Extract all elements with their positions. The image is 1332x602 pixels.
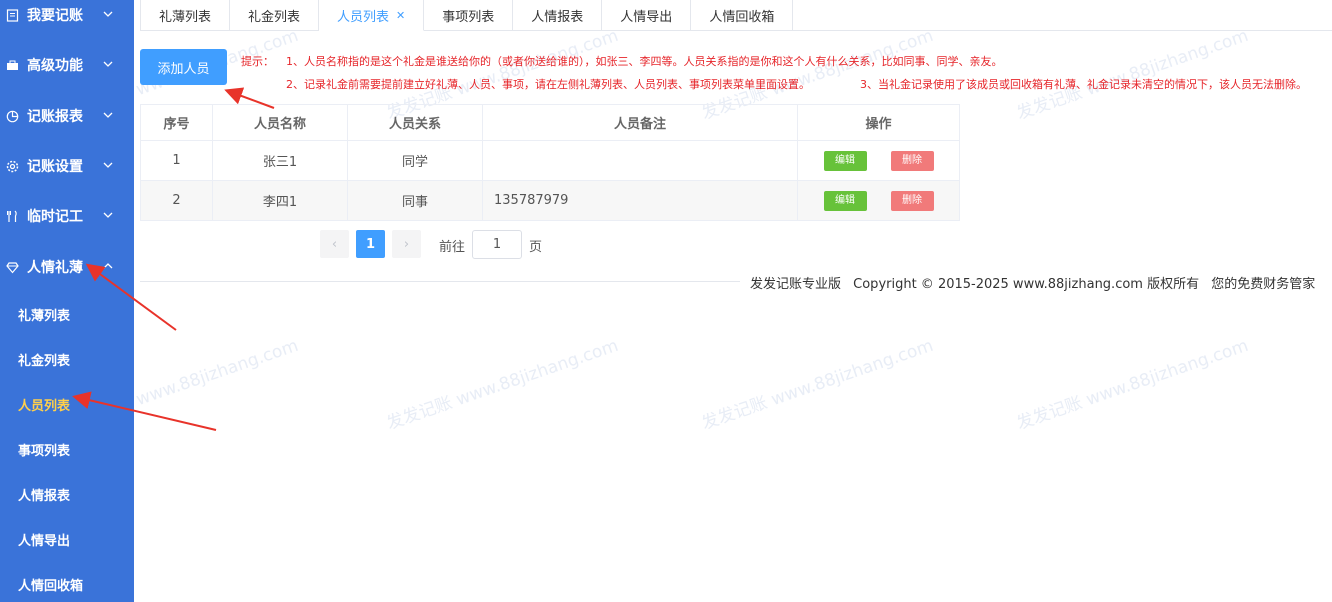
watermark: 发发记账 www.88jizhang.com xyxy=(1014,25,1251,124)
sidebar-item-gift-export[interactable]: 人情导出 xyxy=(0,519,134,559)
cell-actions: 编辑 删除 xyxy=(797,140,960,181)
tip-line-3: 3、当礼金记录使用了该成员或回收箱有礼薄、礼金记录未清空的情况下，该人员无法删除… xyxy=(860,78,1307,91)
table-row: 2 李四1 同事 135787979 编辑 删除 xyxy=(140,180,960,221)
edit-button[interactable]: 编辑 xyxy=(823,150,867,171)
tab-event-list[interactable]: 事项列表 xyxy=(424,0,514,31)
gear-icon xyxy=(5,159,19,173)
tab-label: 礼金列表 xyxy=(248,9,301,25)
menu-item-settings[interactable]: 记账设置 xyxy=(0,146,134,186)
sidebar-item-gift-book-list[interactable]: 礼薄列表 xyxy=(0,294,134,334)
menu-item-label: 高级功能 xyxy=(27,58,83,74)
sidebar-item-label: 礼金列表 xyxy=(18,353,71,369)
sidebar-item-label: 事项列表 xyxy=(18,443,71,459)
footer-copyright: Copyright © 2015-2025 www.88jizhang.com … xyxy=(853,277,1200,292)
menu-item-reports[interactable]: 记账报表 xyxy=(0,96,134,136)
tab-gift-money-list[interactable]: 礼金列表 xyxy=(230,0,320,31)
ledger-icon xyxy=(5,8,19,22)
cell-no: 2 xyxy=(140,180,213,221)
watermark: 发发记账 www.88jizhang.com xyxy=(699,335,936,434)
menu-item-label: 临时记工 xyxy=(27,209,83,225)
menu-item-label: 我要记账 xyxy=(27,8,83,24)
next-page-button[interactable]: › xyxy=(392,230,421,258)
tip-line-2: 2、记录礼金前需要提前建立好礼薄、人员、事项，请在左侧礼薄列表、人员列表、事项列… xyxy=(286,78,810,91)
prev-page-button[interactable]: ‹ xyxy=(320,230,349,258)
cell-relation: 同事 xyxy=(347,180,483,221)
add-person-button[interactable]: 添加人员 xyxy=(140,49,227,85)
menu-item-bookkeeping[interactable]: 我要记账 xyxy=(0,0,134,35)
menu-item-gift-book[interactable]: 人情礼薄 xyxy=(0,247,134,287)
close-icon[interactable]: ✕ xyxy=(396,9,405,22)
column-header: 操作 xyxy=(797,104,960,141)
tab-person-list[interactable]: 人员列表 ✕ xyxy=(319,0,425,31)
menu-item-temp-work[interactable]: 临时记工 xyxy=(0,196,134,236)
gem-icon xyxy=(5,260,19,274)
tab-gift-export[interactable]: 人情导出 xyxy=(602,0,692,31)
tip-line-1: 1、人员名称指的是这个礼金是谁送给你的（或者你送给谁的），如张三、李四等。人员关… xyxy=(286,55,1003,68)
chevron-up-icon xyxy=(102,260,116,274)
briefcase-icon xyxy=(5,58,19,72)
chevron-down-icon xyxy=(102,109,116,123)
footer: 发发记账专业版 Copyright © 2015-2025 www.88jizh… xyxy=(740,273,1332,292)
sidebar-item-label: 人情回收箱 xyxy=(18,578,84,594)
tab-label: 人情回收箱 xyxy=(709,9,775,25)
cell-name: 张三1 xyxy=(212,140,348,181)
column-header: 人员关系 xyxy=(347,104,483,141)
delete-button[interactable]: 删除 xyxy=(890,150,934,171)
sidebar-item-person-list[interactable]: 人员列表 xyxy=(0,384,134,424)
sidebar-item-label: 人情导出 xyxy=(18,533,71,549)
sidebar-item-label: 礼薄列表 xyxy=(18,308,71,324)
sidebar-item-gift-money-list[interactable]: 礼金列表 xyxy=(0,339,134,379)
sidebar-item-label: 人情报表 xyxy=(18,488,71,504)
sidebar-item-label: 人员列表 xyxy=(18,398,71,414)
tab-gift-book-list[interactable]: 礼薄列表 xyxy=(140,0,231,31)
chevron-down-icon xyxy=(102,209,116,223)
cell-actions: 编辑 删除 xyxy=(797,180,960,221)
tip-prefix: 提示： xyxy=(241,55,274,68)
edit-button[interactable]: 编辑 xyxy=(823,190,867,211)
goto-label: 前往 xyxy=(439,240,466,255)
watermark: 发发记账 www.88jizhang.com xyxy=(384,335,621,434)
watermark: 发发记账 www.88jizhang.com xyxy=(1014,335,1251,434)
column-header: 人员名称 xyxy=(212,104,348,141)
footer-slogan: 您的免费财务管家 xyxy=(1211,277,1316,292)
table-row: 1 张三1 同学 编辑 删除 xyxy=(140,140,960,181)
sidebar: 我要记账 高级功能 记账报表 记账设置 临时记工 人情礼薄 礼薄列表 礼金列表 … xyxy=(0,0,134,602)
tab-label: 人员列表 xyxy=(337,9,390,25)
sidebar-item-gift-report[interactable]: 人情报表 xyxy=(0,474,134,514)
sidebar-item-gift-recycle[interactable]: 人情回收箱 xyxy=(0,564,134,602)
page-number-button[interactable]: 1 xyxy=(356,230,385,258)
delete-button[interactable]: 删除 xyxy=(890,190,934,211)
chevron-down-icon xyxy=(102,58,116,72)
tab-label: 人情报表 xyxy=(531,9,584,25)
table-header: 序号 人员名称 人员关系 人员备注 操作 xyxy=(140,104,960,141)
tab-gift-recycle[interactable]: 人情回收箱 xyxy=(691,0,794,31)
tab-bar: 礼薄列表 礼金列表 人员列表 ✕ 事项列表 人情报表 人情导出 人情回收箱 xyxy=(140,0,1332,31)
tab-label: 礼薄列表 xyxy=(159,9,212,25)
cell-relation: 同学 xyxy=(347,140,483,181)
person-table: 序号 人员名称 人员关系 人员备注 操作 1 张三1 同学 编辑 删除 2 李四1… xyxy=(140,104,960,221)
cell-note: 135787979 xyxy=(482,180,798,221)
menu-item-label: 记账设置 xyxy=(27,159,83,175)
menu-item-label: 记账报表 xyxy=(27,109,83,125)
tab-label: 事项列表 xyxy=(442,9,495,25)
column-header: 人员备注 xyxy=(482,104,798,141)
cell-name: 李四1 xyxy=(212,180,348,221)
menu-item-label: 人情礼薄 xyxy=(27,260,83,276)
utensils-icon xyxy=(5,209,19,223)
column-header: 序号 xyxy=(140,104,213,141)
chevron-down-icon xyxy=(102,159,116,173)
sidebar-item-event-list[interactable]: 事项列表 xyxy=(0,429,134,469)
page-unit-label: 页 xyxy=(529,240,543,255)
chevron-down-icon xyxy=(102,8,116,22)
footer-brand: 发发记账专业版 xyxy=(750,277,842,292)
pie-chart-icon xyxy=(5,109,19,123)
goto-page-input[interactable] xyxy=(472,230,522,259)
cell-note xyxy=(482,140,798,181)
cell-no: 1 xyxy=(140,140,213,181)
menu-item-advanced[interactable]: 高级功能 xyxy=(0,45,134,85)
tab-gift-report[interactable]: 人情报表 xyxy=(513,0,603,31)
tab-label: 人情导出 xyxy=(620,9,673,25)
